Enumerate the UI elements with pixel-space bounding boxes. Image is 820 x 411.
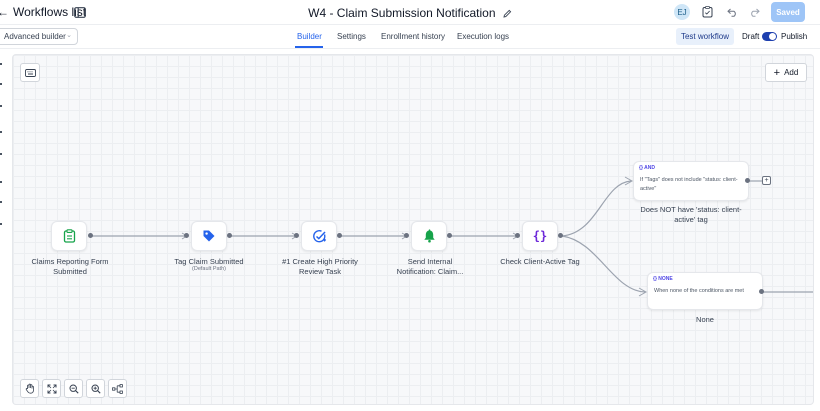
undo-button[interactable] — [724, 4, 740, 20]
action-node-send-notification[interactable] — [411, 221, 447, 251]
trigger-node-form-submitted[interactable] — [51, 221, 87, 251]
arrow-left-icon: ← — [0, 5, 9, 19]
pencil-icon[interactable] — [503, 9, 512, 18]
task-check-icon — [312, 229, 326, 242]
input-port[interactable] — [515, 233, 520, 238]
workflow-title-container: W4 - Claim Submission Notification — [0, 6, 820, 20]
clipboard-icon — [63, 229, 75, 243]
side-item-marker — [0, 63, 2, 65]
condition-node-check-tag[interactable]: {} — [522, 221, 558, 251]
side-item-marker — [0, 153, 2, 155]
test-workflow-button[interactable]: Test workflow — [676, 28, 734, 45]
side-item-marker — [0, 201, 2, 203]
output-port[interactable] — [227, 233, 232, 238]
zoom-in-button[interactable] — [86, 379, 105, 398]
builder-mode-select[interactable]: Advanced builder ⌄ — [0, 28, 78, 45]
auto-layout-button[interactable] — [108, 379, 127, 398]
input-port[interactable] — [184, 233, 189, 238]
side-item-marker — [0, 181, 2, 183]
publish-toggle[interactable] — [762, 32, 777, 41]
output-port[interactable] — [558, 233, 563, 238]
canvas-toolbar — [20, 379, 127, 398]
workflow-canvas[interactable]: + Add Claims Reporting Form Submitted Ta… — [12, 54, 814, 405]
sub-bar: Advanced builder ⌄ Builder Settings Enro… — [0, 25, 820, 49]
draft-label: Draft — [742, 32, 760, 41]
branch-label: None — [696, 315, 714, 324]
document-check-icon — [702, 6, 712, 18]
workflow-title[interactable]: W4 - Claim Submission Notification — [308, 6, 495, 20]
output-port[interactable] — [88, 233, 93, 238]
plus-icon: + — [773, 66, 781, 79]
redo-icon — [750, 8, 760, 17]
branch-badge: {} NONE — [653, 276, 673, 282]
panel-icon — [73, 6, 86, 18]
node-sublabel: (Default Path) — [192, 266, 226, 272]
pan-tool-button[interactable] — [20, 379, 39, 398]
keyboard-shortcuts-button[interactable] — [20, 63, 40, 82]
branch-node-none[interactable]: {} NONE When none of the conditions are … — [647, 272, 763, 310]
expand-icon — [47, 384, 56, 393]
output-port[interactable] — [337, 233, 342, 238]
input-port[interactable] — [404, 233, 409, 238]
zoom-in-icon — [90, 383, 101, 394]
zoom-out-icon — [68, 383, 79, 394]
add-label: Add — [784, 68, 799, 77]
side-item-marker — [0, 83, 2, 85]
output-port[interactable] — [759, 289, 764, 294]
tab-enrollment-history[interactable]: Enrollment history — [381, 32, 445, 41]
branch-badge: {} AND — [639, 165, 655, 171]
redo-button[interactable] — [746, 4, 762, 20]
side-item-marker — [0, 105, 2, 107]
bell-icon — [423, 229, 435, 243]
sidebar-toggle-button[interactable] — [71, 4, 88, 20]
node-label: Claims Reporting Form Submitted — [31, 257, 109, 276]
node-label: #1 Create High Priority Review Task — [282, 257, 358, 276]
tab-settings[interactable]: Settings — [337, 32, 366, 41]
clipboard-doc-button[interactable] — [699, 4, 715, 20]
workflow-layout-icon — [112, 383, 123, 394]
action-node-tag-claim[interactable] — [191, 221, 227, 251]
toggle-knob — [769, 33, 776, 40]
tab-builder[interactable]: Builder — [297, 32, 322, 41]
braces-icon: {} — [532, 229, 548, 243]
tab-execution-logs[interactable]: Execution logs — [457, 32, 509, 41]
side-item-marker — [0, 131, 2, 133]
branch-node-and[interactable]: {} AND If "Tags" does not include "statu… — [633, 161, 749, 201]
side-item-marker — [0, 223, 2, 225]
collapsed-side-panel — [0, 49, 12, 411]
tag-icon — [203, 230, 215, 242]
add-button[interactable]: + Add — [765, 63, 807, 82]
publish-label: Publish — [781, 32, 808, 41]
output-port[interactable] — [745, 178, 750, 183]
undo-icon — [726, 8, 736, 17]
node-label: Send Internal Notification: Claim... — [396, 257, 464, 276]
branch-condition: If "Tags" does not include "status: clie… — [640, 177, 738, 192]
branch-label: Does NOT have 'status: client-active' ta… — [640, 205, 742, 224]
chevron-down-icon: ⌄ — [66, 32, 72, 39]
save-button[interactable]: Saved — [771, 2, 805, 22]
add-step-button[interactable]: + — [762, 176, 771, 185]
builder-mode-value: Advanced builder — [4, 32, 66, 41]
avatar[interactable]: EJ — [674, 4, 690, 20]
output-port[interactable] — [447, 233, 452, 238]
node-label: Check Client-Active Tag — [500, 257, 580, 266]
zoom-out-button[interactable] — [64, 379, 83, 398]
action-node-create-task[interactable] — [301, 221, 337, 251]
hand-icon — [25, 383, 34, 394]
keyboard-icon — [24, 68, 36, 77]
input-port[interactable] — [294, 233, 299, 238]
active-tab-indicator — [295, 46, 323, 48]
fit-view-button[interactable] — [42, 379, 61, 398]
branch-condition: When none of the conditions are met — [654, 288, 744, 294]
top-bar: ← Workflows list W4 - Claim Submission N… — [0, 0, 820, 25]
